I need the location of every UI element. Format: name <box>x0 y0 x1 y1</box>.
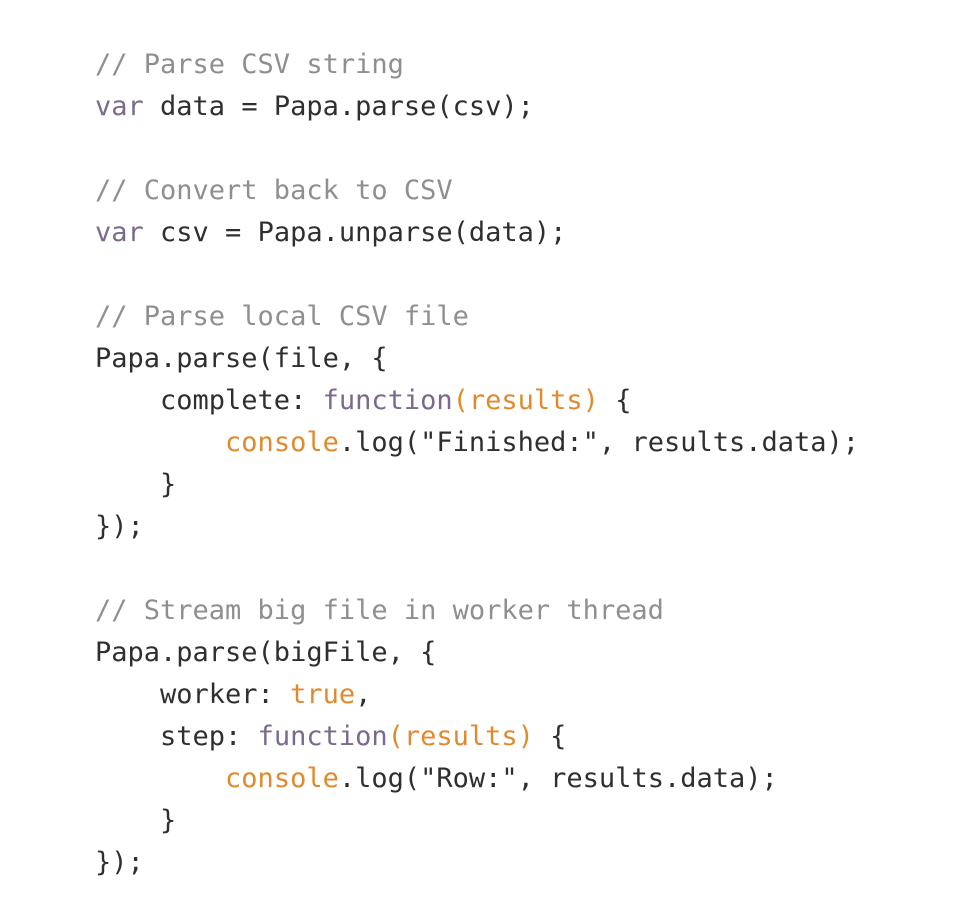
code-line: Papa.parse(file, { <box>95 338 859 380</box>
code-token-plain: data = Papa.parse(csv); <box>143 91 534 122</box>
code-line: worker: true, <box>95 674 859 716</box>
code-block: // Parse CSV string var data = Papa.parse… <box>95 44 859 884</box>
code-token-param: (results) <box>387 721 534 752</box>
code-token-comment: // Parse CSV string <box>95 49 404 80</box>
code-token-param: console <box>225 763 339 794</box>
code-token-plain: Papa.parse(bigFile, { <box>95 637 437 668</box>
code-line: // Stream big file in worker thread <box>95 590 859 632</box>
code-token-keyword: function <box>322 385 453 416</box>
code-line: } <box>95 464 859 506</box>
code-token-keyword: var <box>95 91 144 122</box>
code-token-plain: .log("Finished:", results.data); <box>338 427 860 458</box>
code-token-plain: worker: <box>95 679 291 710</box>
code-line: } <box>95 800 859 842</box>
code-token-keyword: function <box>257 721 388 752</box>
code-token-param: console <box>225 427 339 458</box>
code-token-plain: { <box>598 385 632 416</box>
code-token-plain: }); <box>95 511 144 542</box>
code-line: // Parse local CSV file <box>95 296 859 338</box>
code-line: var data = Papa.parse(csv); <box>95 86 859 128</box>
code-line: console.log("Finished:", results.data); <box>95 422 859 464</box>
code-token-keyword: var <box>95 217 144 248</box>
code-token-plain: csv = Papa.unparse(data); <box>143 217 567 248</box>
code-token-plain: complete: <box>95 385 323 416</box>
code-token-comment: // Parse local CSV file <box>95 301 469 332</box>
code-token-plain: }); <box>95 847 144 878</box>
code-token-param: (results) <box>452 385 599 416</box>
code-token-plain: , <box>355 679 372 710</box>
code-token-plain: { <box>533 721 567 752</box>
code-token-plain: Papa.parse(file, { <box>95 343 388 374</box>
code-line: // Parse CSV string <box>95 44 859 86</box>
code-token-param: true <box>290 679 356 710</box>
code-token-comment: // Convert back to CSV <box>95 175 453 206</box>
code-token-plain: .log("Row:", results.data); <box>338 763 778 794</box>
code-line: }); <box>95 842 859 884</box>
code-line: step: function(results) { <box>95 716 859 758</box>
code-token-comment: // Stream big file in worker thread <box>95 595 664 626</box>
code-line: Papa.parse(bigFile, { <box>95 632 859 674</box>
code-token-plain: step: <box>95 721 258 752</box>
code-line: }); <box>95 506 859 548</box>
code-line: complete: function(results) { <box>95 380 859 422</box>
code-line: console.log("Row:", results.data); <box>95 758 859 800</box>
code-line: var csv = Papa.unparse(data); <box>95 212 859 254</box>
code-line: // Convert back to CSV <box>95 170 859 212</box>
code-token-plain: } <box>95 805 177 836</box>
code-token-plain: } <box>95 469 177 500</box>
